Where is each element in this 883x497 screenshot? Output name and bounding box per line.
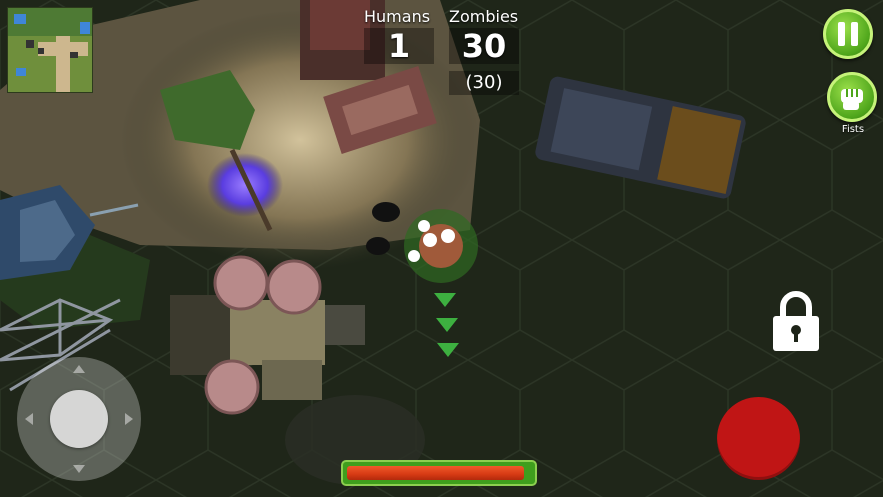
pause-button[interactable] [823,9,873,59]
minimap-building [26,40,34,48]
humans-label: Humans [364,7,431,26]
minimap-road-cross [38,42,88,56]
zombies-count: 30 [449,28,519,64]
zombies-label: Zombies [449,7,519,26]
weapon-fists-button[interactable] [827,72,877,122]
health-bar [341,460,537,486]
weapon-portal [207,153,283,217]
minimap-building-3 [70,52,78,58]
zombies-total: (30) [449,71,519,95]
game-scene: Humans Zombies 1 30 (30) Fists [0,0,883,497]
minimap-water [14,14,26,24]
player-shadow [372,202,400,222]
minimap[interactable] [7,7,93,93]
minimap-water-2 [80,22,90,34]
joystick-knob[interactable] [50,390,108,448]
player-character [404,209,478,283]
health-fill [347,466,524,480]
fist-icon [841,89,863,110]
minimap-building-2 [38,48,44,54]
move-arrow-icon [73,365,85,373]
pause-icon [838,22,858,46]
humans-count: 1 [364,28,434,64]
minimap-water-3 [16,68,26,76]
player-shadow-2 [366,237,390,255]
fire-button[interactable] [717,397,800,480]
move-arrow-icon [25,413,33,425]
move-arrow-icon [73,465,85,473]
movement-joystick[interactable] [17,357,141,481]
weapon-label: Fists [841,124,865,135]
lock-icon[interactable] [771,289,821,353]
move-arrow-icon [125,413,133,425]
